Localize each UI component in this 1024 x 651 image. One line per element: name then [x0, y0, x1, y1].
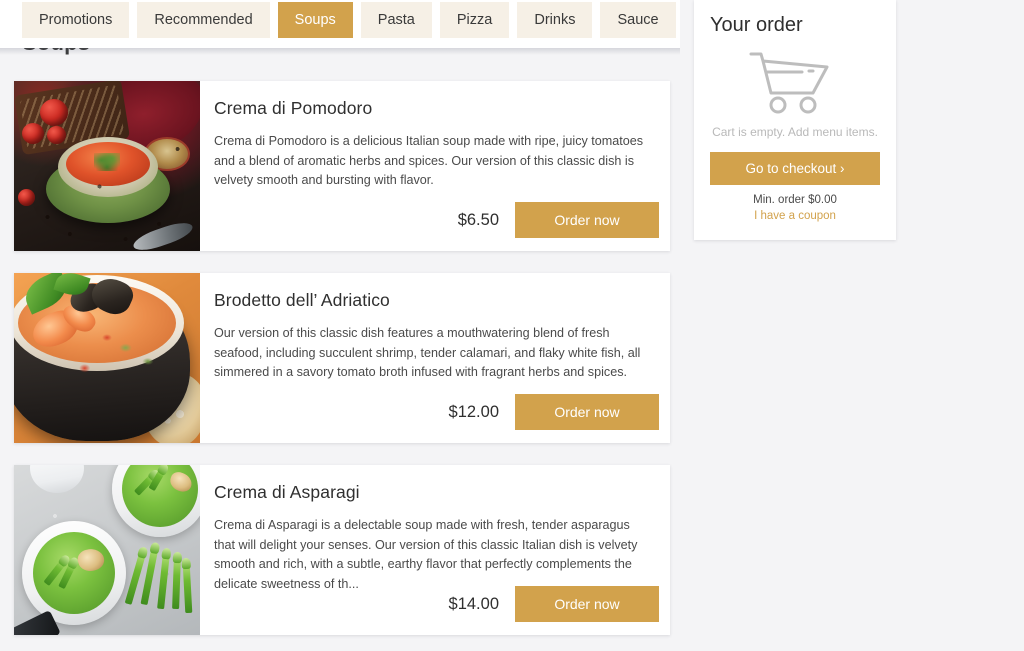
- menu-item-price: $14.00: [448, 594, 499, 613]
- menu-item-title: Crema di Pomodoro: [214, 98, 373, 118]
- tab-sauce[interactable]: Sauce: [600, 2, 676, 38]
- min-order-text: Min. order $0.00: [753, 194, 837, 206]
- order-now-button[interactable]: Order now: [515, 202, 659, 238]
- empty-cart-illustration: [710, 49, 880, 115]
- asparagus-soup-photo: [14, 465, 200, 635]
- menu-item-card[interactable]: Crema di Asparagi Crema di Asparagi is a…: [14, 465, 670, 635]
- scroll-shadow: [0, 48, 680, 55]
- tab-soups[interactable]: Soups: [277, 2, 353, 38]
- menu-item-price: $6.50: [457, 210, 499, 229]
- order-panel-title: Your order: [710, 14, 803, 36]
- menu-item-footer: $12.00 Order now: [449, 394, 659, 430]
- tomato-soup-photo: [14, 81, 200, 251]
- menu-item-card[interactable]: Brodetto dell’ Adriatico Our version of …: [14, 273, 670, 443]
- order-now-button[interactable]: Order now: [515, 394, 659, 430]
- seafood-stew-photo: [14, 273, 200, 443]
- tab-pasta[interactable]: Pasta: [360, 2, 432, 38]
- menu-item-body: Brodetto dell’ Adriatico Our version of …: [200, 273, 670, 443]
- order-now-button[interactable]: Order now: [515, 586, 659, 622]
- menu-item-body: Crema di Asparagi Crema di Asparagi is a…: [200, 465, 670, 635]
- menu-item-description: Crema di Pomodoro is a delicious Italian…: [214, 134, 644, 188]
- tab-drinks[interactable]: Drinks: [517, 2, 593, 38]
- tab-promotions[interactable]: Promotions: [22, 2, 130, 38]
- menu-item-card[interactable]: Crema di Pomodoro Crema di Pomodoro is a…: [14, 81, 670, 251]
- shopping-cart-icon: [749, 52, 829, 114]
- tab-recommended[interactable]: Recommended: [137, 2, 270, 38]
- menu-item-price: $12.00: [448, 402, 499, 421]
- coupon-link[interactable]: I have a coupon: [710, 210, 880, 222]
- menu-item-title: Brodetto dell’ Adriatico: [214, 290, 390, 310]
- category-tabs: Promotions Recommended Soups Pasta Pizza Drin…: [0, 0, 680, 48]
- tab-pizza[interactable]: Pizza: [439, 2, 510, 38]
- menu-item-description: Our version of this classic dish feature…: [214, 326, 641, 380]
- go-to-checkout-button[interactable]: Go to checkout ›: [710, 152, 880, 185]
- menu-item-footer: $14.00 Order now: [449, 586, 659, 622]
- menu-item-list: Crema di Pomodoro Crema di Pomodoro is a…: [14, 81, 670, 651]
- menu-item-footer: $6.50 Order now: [458, 202, 659, 238]
- menu-item-description: Crema di Asparagi is a delectable soup m…: [214, 518, 638, 591]
- category-tabbar: Promotions Recommended Soups Pasta Pizza Drin…: [0, 0, 680, 48]
- menu-item-body: Crema di Pomodoro Crema di Pomodoro is a…: [200, 81, 670, 251]
- order-panel: Your order Cart is empty. Add menu items…: [694, 0, 896, 240]
- menu-item-title: Crema di Asparagi: [214, 482, 360, 502]
- empty-cart-message: Cart is empty. Add menu items.: [712, 125, 878, 139]
